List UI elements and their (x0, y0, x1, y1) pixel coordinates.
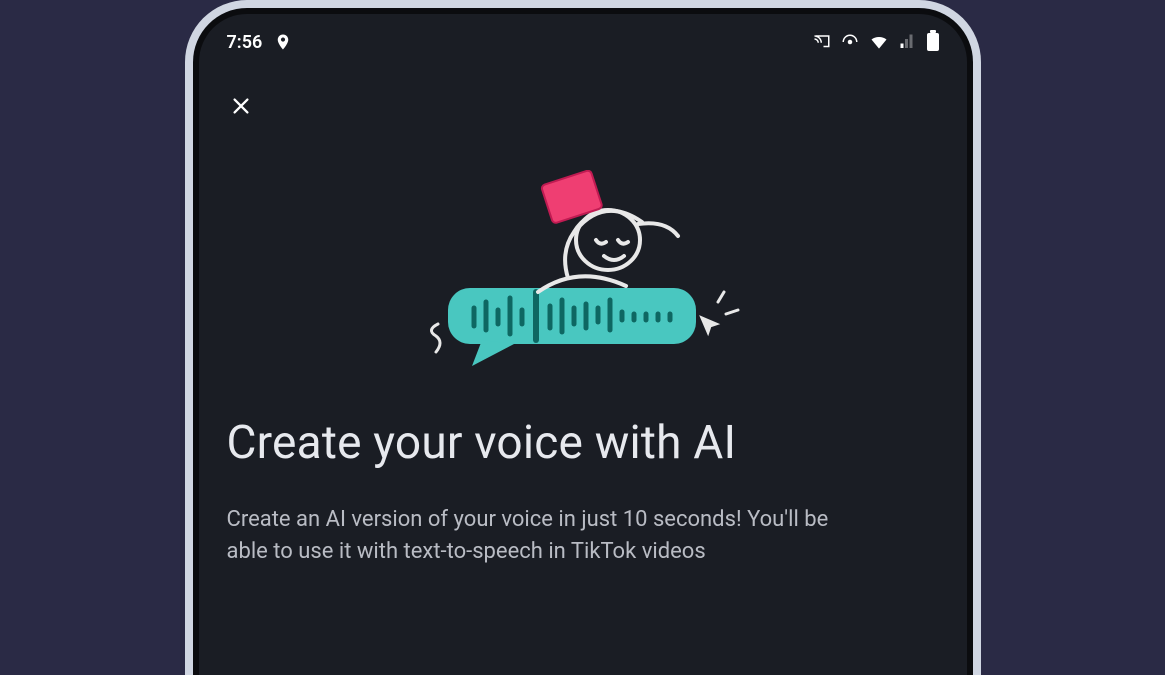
illustration-svg (418, 170, 748, 380)
status-bar: 7:56 (193, 18, 973, 66)
status-time: 7:56 (227, 32, 263, 53)
close-icon (230, 95, 252, 117)
wifi-icon (869, 32, 889, 52)
modal-content: Create your voice with AI Create an AI v… (193, 66, 973, 568)
cast-icon (813, 33, 831, 51)
page-title: Create your voice with AI (227, 416, 939, 470)
signal-icon (899, 33, 917, 51)
location-icon (274, 33, 292, 51)
nfc-icon (841, 33, 859, 51)
phone-frame: 7:56 (185, 0, 981, 675)
close-button[interactable] (223, 88, 259, 124)
status-left: 7:56 (227, 32, 293, 53)
cursor-icon (702, 292, 738, 332)
battery-icon (927, 33, 939, 51)
speech-bubble-icon (448, 288, 696, 366)
hero-illustration (227, 170, 939, 380)
status-right (813, 32, 939, 52)
page-description: Create an AI version of your voice in ju… (227, 504, 867, 568)
